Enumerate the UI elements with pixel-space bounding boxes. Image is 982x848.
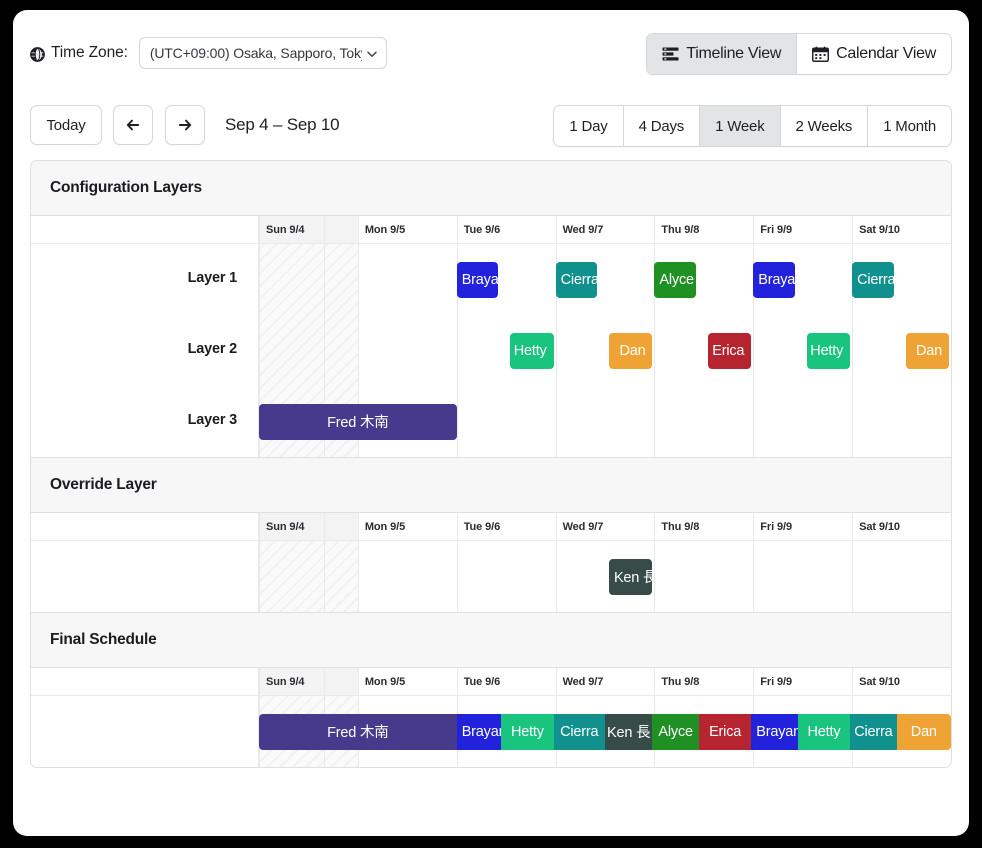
day-header-cell: Thu 9/8	[661, 521, 700, 533]
next-period-button[interactable]	[165, 105, 205, 145]
section-header: Configuration Layers	[31, 161, 951, 216]
schedule-bar[interactable]: Alyce	[652, 713, 699, 750]
section-title: Configuration Layers	[50, 179, 202, 196]
chevron-down-icon	[366, 47, 378, 59]
range-button-1-week[interactable]: 1 Week	[699, 106, 780, 146]
day-header-cell: Sat 9/10	[859, 224, 900, 236]
arrow-right-icon	[177, 117, 193, 133]
schedule-bar[interactable]: Alyce	[654, 261, 696, 298]
schedule-bar[interactable]: Cierra	[850, 713, 897, 750]
timezone-group: Time Zone: (UTC+09:00) Osaka, Sapporo, T…	[30, 37, 387, 69]
column-divider	[852, 216, 853, 457]
day-header-cell: Fri 9/9	[760, 224, 792, 236]
timeline-view-button[interactable]: Timeline View	[647, 34, 797, 74]
view-mode-toggle: Timeline View Calendar View	[646, 33, 952, 75]
day-header-cell: Mon 9/5	[364, 676, 406, 688]
day-header-cell: Thu 9/8	[661, 676, 700, 688]
column-divider	[556, 216, 557, 457]
row-label: Layer 2	[187, 340, 238, 357]
globe-icon	[30, 46, 45, 62]
day-header-cell: Sat 9/10	[859, 676, 900, 688]
section-header: Override Layer	[31, 458, 951, 513]
range-label-1-week: 1 Week	[715, 117, 765, 135]
schedule-bar[interactable]: Ken 長	[605, 713, 653, 750]
schedule-bar[interactable]: Brayan	[751, 713, 798, 750]
timezone-toolbar: Time Zone: (UTC+09:00) Osaka, Sapporo, T…	[13, 10, 969, 88]
section-header: Final Schedule	[31, 613, 951, 668]
row-label: Layer 1	[187, 269, 238, 286]
range-label-1-month: 1 Month	[883, 117, 936, 135]
day-header-cell: Mon 9/5	[364, 521, 406, 533]
day-header-cell: Thu 9/8	[661, 224, 700, 236]
section-title: Final Schedule	[50, 631, 157, 648]
schedule-bar[interactable]: Dan	[608, 332, 653, 369]
range-label-2-weeks: 2 Weeks	[795, 117, 853, 135]
navigation-toolbar: Today Sep 4 – Sep 10 1 Day 4 Days 1 Week…	[13, 88, 969, 160]
range-label-4-days: 4 Days	[638, 117, 685, 135]
timeline-view-label: Timeline View	[686, 45, 782, 62]
schedule-bar[interactable]: Hetty	[806, 332, 851, 369]
timezone-select[interactable]: (UTC+09:00) Osaka, Sapporo, Tokyo	[138, 37, 387, 69]
schedule-section: Configuration Layers Sun 9/4 Mon 9/5 Tue 9/…	[31, 161, 951, 457]
app-card: Time Zone: (UTC+09:00) Osaka, Sapporo, T…	[13, 10, 969, 836]
day-header-cell: Tue 9/6	[463, 676, 501, 688]
schedule-bar[interactable]: Cierra	[555, 261, 598, 298]
schedule-section: Override Layer Sun 9/4 Mon 9/5 Tue 9/6 Wed 9…	[31, 457, 951, 612]
day-header-cell: Wed 9/7	[562, 224, 604, 236]
date-range-label: Sep 4 – Sep 10	[225, 115, 340, 134]
day-header-cell: Sun 9/4	[266, 521, 305, 533]
day-header-cell: Wed 9/7	[562, 676, 604, 688]
column-divider	[457, 216, 458, 457]
row-label: Layer 3	[187, 411, 238, 428]
range-toggle: 1 Day 4 Days 1 Week 2 Weeks 1 Month	[553, 105, 952, 147]
schedule-section: Final Schedule Sun 9/4 Mon 9/5 Tue 9/6 Wed 9…	[31, 612, 951, 767]
schedule-bar[interactable]: Hetty	[797, 713, 851, 750]
schedule-bar[interactable]: Hetty	[501, 713, 554, 750]
schedule-bar[interactable]: Cierra	[553, 713, 605, 750]
schedule-bar[interactable]: Erica	[698, 713, 752, 750]
schedule-bar[interactable]: Fred 木南	[259, 713, 457, 750]
day-header-cell: Tue 9/6	[463, 224, 501, 236]
day-header-cell: Mon 9/5	[364, 224, 406, 236]
timeline-icon	[662, 46, 679, 62]
previous-period-button[interactable]	[113, 105, 153, 145]
day-header-cell: Sun 9/4	[266, 224, 305, 236]
arrow-left-icon	[125, 117, 141, 133]
timezone-label: Time Zone:	[51, 44, 128, 61]
schedule-bar[interactable]: Erica	[707, 332, 752, 369]
timeline-grid: Sun 9/4 Mon 9/5 Tue 9/6 Wed 9/7 Thu 9/8 Fri 9…	[31, 668, 951, 767]
schedule-sections: Configuration Layers Sun 9/4 Mon 9/5 Tue 9/…	[30, 160, 952, 768]
day-header-cell: Sun 9/4	[266, 676, 305, 688]
calendar-view-button[interactable]: Calendar View	[796, 34, 951, 74]
schedule-bar[interactable]: Brayan	[456, 713, 502, 750]
section-title: Override Layer	[50, 476, 157, 493]
column-divider	[654, 216, 655, 457]
today-button[interactable]: Today	[30, 105, 102, 145]
schedule-bar[interactable]: Cierra	[852, 261, 894, 298]
schedule-bar[interactable]: Dan	[896, 713, 951, 750]
range-button-1-day[interactable]: 1 Day	[554, 106, 623, 146]
day-header-cell: Fri 9/9	[760, 676, 792, 688]
timeline-grid: Sun 9/4 Mon 9/5 Tue 9/6 Wed 9/7 Thu 9/8 Fri 9…	[31, 513, 951, 612]
schedule-bar[interactable]: Dan	[905, 332, 949, 369]
calendar-view-label: Calendar View	[836, 45, 936, 62]
schedule-bar[interactable]: Hetty	[510, 332, 554, 369]
schedule-bar[interactable]: Brayan	[456, 261, 499, 298]
day-header-cell: Tue 9/6	[463, 521, 501, 533]
today-label: Today	[46, 116, 86, 134]
timezone-selected-value: (UTC+09:00) Osaka, Sapporo, Tokyo	[149, 45, 362, 61]
day-header-cell: Fri 9/9	[760, 521, 792, 533]
range-button-4-days[interactable]: 4 Days	[622, 106, 700, 146]
timeline-grid: Sun 9/4 Mon 9/5 Tue 9/6 Wed 9/7 Thu 9/8 Fri 9…	[31, 216, 951, 457]
range-button-1-month[interactable]: 1 Month	[867, 106, 951, 146]
schedule-bar[interactable]: Brayan	[753, 261, 795, 298]
schedule-bar[interactable]: Ken 長	[608, 558, 653, 595]
range-label-1-day: 1 Day	[569, 117, 608, 135]
calendar-icon	[812, 46, 830, 62]
column-divider	[753, 216, 754, 457]
range-button-2-weeks[interactable]: 2 Weeks	[779, 106, 868, 146]
schedule-bar[interactable]: Fred 木南	[259, 403, 457, 440]
day-header-cell: Wed 9/7	[562, 521, 604, 533]
day-header-cell: Sat 9/10	[859, 521, 900, 533]
